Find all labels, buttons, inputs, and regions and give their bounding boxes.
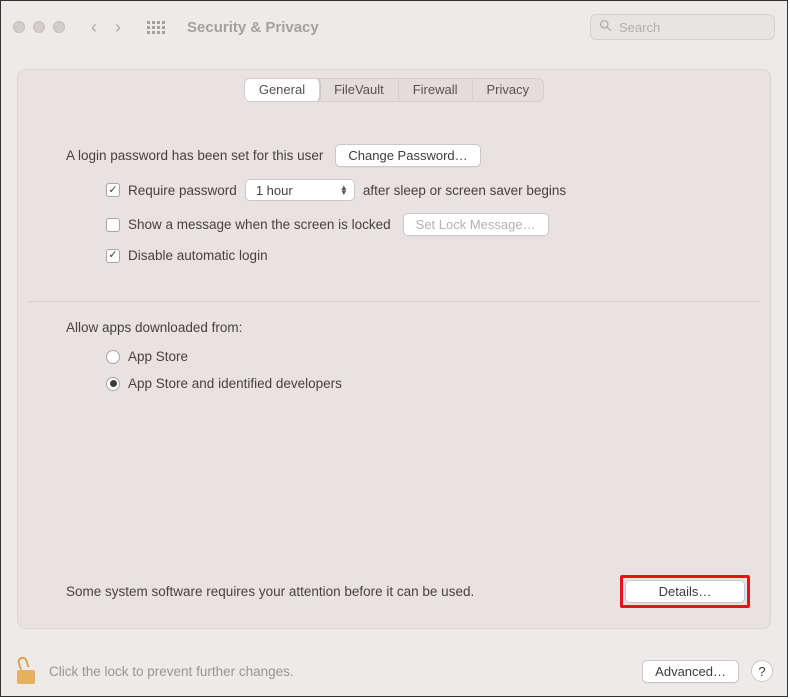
tab-firewall[interactable]: Firewall — [399, 78, 473, 102]
preferences-window: ‹ › Security & Privacy General FileVault… — [0, 0, 788, 697]
tab-bar: General FileVault Firewall Privacy — [18, 70, 770, 102]
segmented-control: General FileVault Firewall Privacy — [244, 78, 544, 102]
disable-auto-login-label: Disable automatic login — [128, 248, 268, 263]
lock-icon[interactable] — [15, 658, 37, 684]
login-password-row: A login password has been set for this u… — [66, 144, 722, 167]
require-password-checkbox[interactable] — [106, 183, 120, 197]
set-lock-message-button[interactable]: Set Lock Message… — [403, 213, 549, 236]
allow-apps-radio-app-store[interactable] — [106, 350, 120, 364]
help-button[interactable]: ? — [751, 660, 773, 682]
search-field-wrap — [590, 14, 775, 40]
window-controls — [13, 21, 65, 33]
tab-filevault[interactable]: FileVault — [320, 78, 399, 102]
search-icon — [599, 19, 612, 35]
change-password-button[interactable]: Change Password… — [335, 144, 480, 167]
allow-apps-option-1-row: App Store and identified developers — [106, 376, 722, 391]
require-password-row: Require password 1 hour ▲▼ after sleep o… — [106, 179, 722, 201]
content-panel: General FileVault Firewall Privacy A log… — [17, 69, 771, 629]
allow-apps-heading: Allow apps downloaded from: — [66, 320, 722, 335]
login-password-text: A login password has been set for this u… — [66, 148, 323, 163]
tab-privacy[interactable]: Privacy — [473, 78, 544, 102]
show-message-row: Show a message when the screen is locked… — [106, 213, 722, 236]
allow-apps-section: Allow apps downloaded from: App Store Ap… — [18, 302, 770, 391]
footer: Click the lock to prevent further change… — [15, 658, 773, 684]
minimize-window-button[interactable] — [33, 21, 45, 33]
show-message-label: Show a message when the screen is locked — [128, 217, 391, 232]
allow-apps-option-0-label: App Store — [128, 349, 188, 364]
search-input[interactable] — [617, 19, 766, 36]
lock-text: Click the lock to prevent further change… — [49, 664, 294, 679]
toolbar-title: Security & Privacy — [187, 19, 319, 36]
require-password-label-after: after sleep or screen saver begins — [363, 183, 566, 198]
details-highlight: Details… — [620, 575, 750, 608]
allow-apps-option-0-row: App Store — [106, 349, 722, 364]
show-all-icon[interactable] — [147, 21, 165, 34]
general-section: A login password has been set for this u… — [18, 102, 770, 263]
require-password-delay-select[interactable]: 1 hour ▲▼ — [245, 179, 355, 201]
allow-apps-option-1-label: App Store and identified developers — [128, 376, 342, 391]
require-password-delay-value: 1 hour — [256, 183, 293, 198]
close-window-button[interactable] — [13, 21, 25, 33]
nav-arrows: ‹ › — [91, 18, 121, 36]
chevron-up-down-icon: ▲▼ — [340, 185, 348, 195]
forward-button[interactable]: › — [115, 18, 121, 36]
zoom-window-button[interactable] — [53, 21, 65, 33]
disable-auto-login-checkbox[interactable] — [106, 249, 120, 263]
show-message-checkbox[interactable] — [106, 218, 120, 232]
disable-auto-login-row: Disable automatic login — [106, 248, 722, 263]
back-button[interactable]: ‹ — [91, 18, 97, 36]
toolbar: ‹ › Security & Privacy — [1, 1, 787, 53]
attention-row: Some system software requires your atten… — [66, 575, 750, 608]
require-password-label-before: Require password — [128, 183, 237, 198]
allow-apps-radio-identified-developers[interactable] — [106, 377, 120, 391]
tab-general[interactable]: General — [245, 78, 320, 102]
advanced-button[interactable]: Advanced… — [642, 660, 739, 683]
attention-text: Some system software requires your atten… — [66, 584, 474, 599]
details-button[interactable]: Details… — [625, 580, 745, 603]
